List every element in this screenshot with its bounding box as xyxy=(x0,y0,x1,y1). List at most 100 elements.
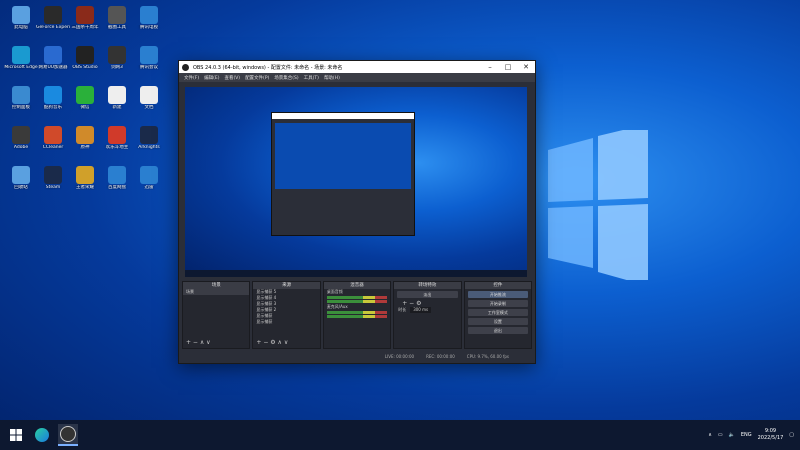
desktop-icon[interactable]: 王者荣耀 xyxy=(68,164,102,198)
obs-title: OBS 24.0.3 (64-bit, windows) - 配置文件: 未命名… xyxy=(193,64,343,71)
exit-button[interactable]: 退出 xyxy=(467,327,529,334)
obs-preview[interactable] xyxy=(185,87,527,277)
desktop-icon-label: 微信 xyxy=(80,105,90,110)
desktop-icon-label: Steam xyxy=(45,185,61,190)
system-tray: ∧ ▭ 🔈 ENG 9:09 2022/5/17 ▢ xyxy=(708,420,794,450)
app-icon xyxy=(76,126,94,144)
desktop-icon-label: 网易UU加速器 xyxy=(38,65,68,70)
menu-view[interactable]: 查看(V) xyxy=(224,75,240,81)
desktop-icon[interactable]: 迅雷 xyxy=(132,164,166,198)
desktop-icon[interactable]: 欢乐斗地主 xyxy=(100,124,134,158)
clock-date: 2022/5/17 xyxy=(757,435,784,441)
desktop-icon[interactable]: 腾讯电视 xyxy=(132,4,166,38)
obs-menubar: 文件(F) 编辑(E) 查看(V) 配置文件(P) 场景集合(S) 工具(T) … xyxy=(179,73,535,82)
desktop-icon[interactable]: 酷狗音乐 xyxy=(36,84,70,118)
nested-obs-capture xyxy=(271,112,415,236)
app-icon xyxy=(140,126,158,144)
source-item[interactable]: 显示捕获 xyxy=(253,319,319,325)
obs-titlebar[interactable]: OBS 24.0.3 (64-bit, windows) - 配置文件: 未命名… xyxy=(179,61,535,73)
menu-scene-collection[interactable]: 场景集合(S) xyxy=(274,75,298,81)
start-button[interactable] xyxy=(6,425,26,445)
language-indicator[interactable]: ENG xyxy=(741,432,752,438)
desktop-audio-slider[interactable] xyxy=(326,300,388,303)
scene-item[interactable]: 场景 xyxy=(183,289,250,295)
clock-time: 9:09 xyxy=(764,428,777,434)
desktop-icon-label: 酷狗音乐 xyxy=(44,105,62,110)
desktop-icon[interactable]: 文档 xyxy=(132,84,166,118)
desktop-icon-label: Arknights xyxy=(138,145,160,150)
volume-icon[interactable]: 🔈 xyxy=(729,432,735,438)
chevron-up-icon[interactable]: ∧ xyxy=(708,432,712,438)
close-button[interactable]: ✕ xyxy=(517,61,535,73)
mic-audio-slider[interactable] xyxy=(326,315,388,318)
desktop-icon[interactable]: 回收站 xyxy=(4,164,38,198)
desktop-icon[interactable]: 网易UU加速器 xyxy=(36,44,70,78)
desktop-icon[interactable]: Adobe xyxy=(4,124,38,158)
transition-select[interactable]: 淡出 xyxy=(397,291,458,298)
desktop-icon-label: 原神 xyxy=(80,145,90,150)
studio-mode-button[interactable]: 工作室模式 xyxy=(467,309,529,316)
desktop-icon[interactable]: CCleaner xyxy=(36,124,70,158)
obs-taskbar-icon[interactable] xyxy=(58,424,78,446)
network-icon[interactable]: ▭ xyxy=(718,432,723,438)
settings-button[interactable]: 设置 xyxy=(467,318,529,325)
desktop-icon[interactable]: 腾讯会议 xyxy=(132,44,166,78)
menu-tools[interactable]: 工具(T) xyxy=(304,75,319,81)
desktop-icon[interactable]: GeForce Experience xyxy=(36,4,70,38)
desktop-icon[interactable]: Arknights xyxy=(132,124,166,158)
menu-edit[interactable]: 编辑(E) xyxy=(204,75,219,81)
app-icon xyxy=(76,46,94,64)
obs-window[interactable]: OBS 24.0.3 (64-bit, windows) - 配置文件: 未命名… xyxy=(178,60,536,364)
desktop-icon[interactable]: Steam xyxy=(36,164,70,198)
app-icon xyxy=(12,126,30,144)
desktop-icon[interactable]: 新建 xyxy=(100,84,134,118)
notification-icon[interactable]: ▢ xyxy=(789,432,794,438)
desktop-icon[interactable]: 微信 xyxy=(68,84,102,118)
app-icon xyxy=(108,46,126,64)
clock[interactable]: 9:09 2022/5/17 xyxy=(758,428,784,442)
desktop-icon[interactable]: 此电脑 xyxy=(4,4,38,38)
desktop-icon[interactable]: Microsoft Edge xyxy=(4,44,38,78)
status-rec: REC: 00:00:00 xyxy=(426,354,455,359)
scenes-dock-title: 场景 xyxy=(183,282,250,289)
desktop-icon-label: 腾讯会议 xyxy=(140,65,158,70)
maximize-button[interactable]: □ xyxy=(499,61,517,73)
mic-audio-meter xyxy=(326,311,388,314)
transition-add-remove[interactable]: + − ⚙ xyxy=(394,300,460,307)
transitions-dock: 转场特效 淡出 + − ⚙ 时长 300 ms xyxy=(393,281,462,349)
app-icon xyxy=(76,6,94,24)
desktop-icon-label: 回收站 xyxy=(14,185,28,190)
desktop-icon-label: 王者荣耀 xyxy=(76,185,94,190)
start-recording-button[interactable]: 开始录制 xyxy=(467,300,529,307)
app-icon xyxy=(44,86,62,104)
desktop-icon-label: 截图工具 xyxy=(108,25,126,30)
start-streaming-button[interactable]: 开始推流 xyxy=(467,291,529,298)
app-icon xyxy=(44,166,62,184)
app-icon xyxy=(12,166,30,184)
app-icon xyxy=(44,46,62,64)
app-icon xyxy=(44,126,62,144)
sources-toolbar[interactable]: + − ⚙ ∧ ∨ xyxy=(256,339,288,346)
minimize-button[interactable]: – xyxy=(481,61,499,73)
desktop-icon[interactable]: 三国杀十周年 xyxy=(68,4,102,38)
sources-dock: 来源 显示捕获 5 显示捕获 4 显示捕获 3 显示捕获 2 显示捕获 显示捕获… xyxy=(252,281,321,349)
menu-file[interactable]: 文件(F) xyxy=(184,75,199,81)
desktop-icon[interactable]: 原神 xyxy=(68,124,102,158)
menu-profile[interactable]: 配置文件(P) xyxy=(245,75,269,81)
desktop-icon[interactable]: OBS Studio xyxy=(68,44,102,78)
desktop-icon[interactable]: 控制面板 xyxy=(4,84,38,118)
mixer-dock: 混音器 桌面音频 麦克风/Aux xyxy=(322,281,392,349)
desktop-icon-label: 欢乐斗地主 xyxy=(105,145,129,150)
duration-input[interactable]: 300 ms xyxy=(410,307,432,313)
app-icon xyxy=(12,46,30,64)
controls-dock-title: 控件 xyxy=(464,282,532,289)
windows-logo-wallpaper xyxy=(548,130,648,280)
scenes-add-remove[interactable]: + − ∧ ∨ xyxy=(186,339,211,346)
desktop-icon[interactable]: 百度网盘 xyxy=(100,164,134,198)
desktop-icon[interactable]: 剑网3 xyxy=(100,44,134,78)
desktop-icon[interactable]: 截图工具 xyxy=(100,4,134,38)
menu-help[interactable]: 帮助(H) xyxy=(324,75,340,81)
edge-taskbar-icon[interactable] xyxy=(32,425,52,445)
desktop-icon-label: 百度网盘 xyxy=(108,185,126,190)
app-icon xyxy=(76,86,94,104)
